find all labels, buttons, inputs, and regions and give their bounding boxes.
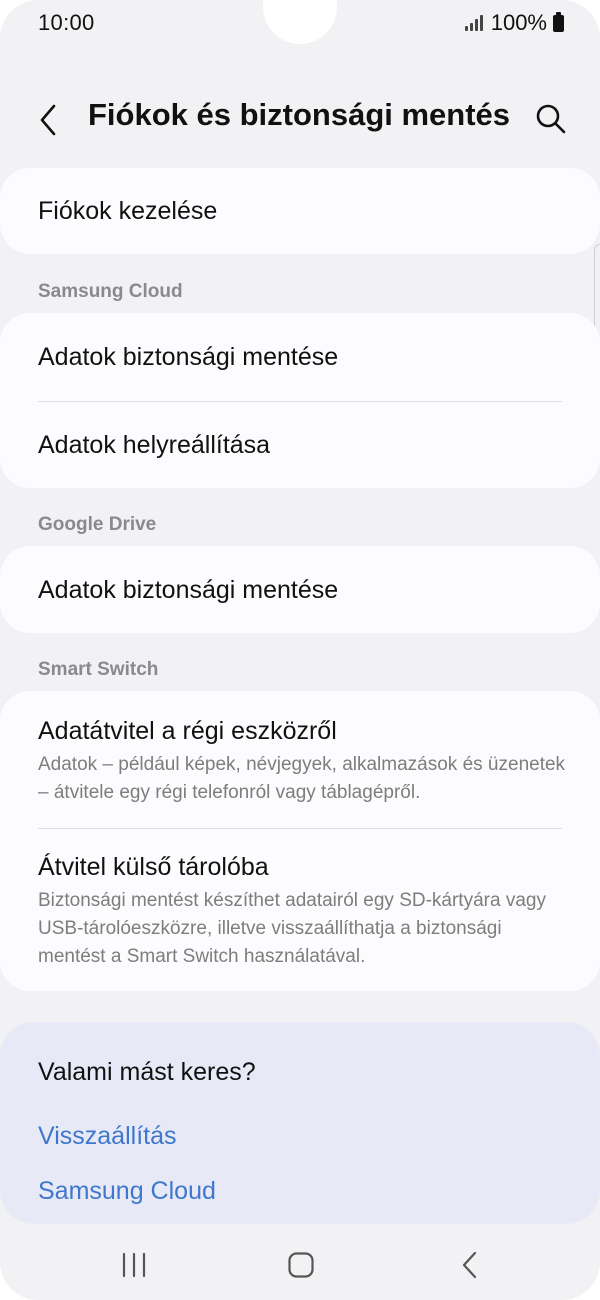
back-button[interactable] [30,96,70,144]
smart-switch-transfer-title: Adatátvitel a régi eszközről [38,717,337,745]
search-button[interactable] [530,98,574,142]
samsung-cloud-backup-item[interactable]: Adatok biztonsági mentése [0,341,600,373]
camera-notch [263,0,337,44]
chevron-left-icon [462,1251,477,1279]
smart-switch-external-item[interactable]: Átvitel külső tárolóba Biztonsági mentés… [0,851,600,971]
page-title: Fiókok és biztonsági mentés [88,97,511,132]
chevron-left-icon [40,104,56,136]
manage-accounts-item[interactable]: Fiókok kezelése [0,195,600,227]
home-icon [288,1252,314,1278]
nav-back-button[interactable] [440,1240,500,1290]
samsung-cloud-backup-label: Adatok biztonsági mentése [38,343,339,371]
smart-switch-transfer-description: Adatok – például képek, névjegyek, alkal… [38,754,566,803]
divider [38,828,562,829]
recent-apps-button[interactable] [104,1240,164,1290]
samsung-cloud-restore-item[interactable]: Adatok helyreállítása [0,429,600,461]
manage-accounts-label: Fiókok kezelése [38,197,218,225]
battery-icon [553,11,564,32]
section-header-google-drive: Google Drive [38,514,157,535]
search-icon [536,104,566,134]
signal-icon [464,15,483,31]
section-header-samsung-cloud: Samsung Cloud [38,281,183,302]
battery-percent: 100% [490,10,547,35]
smart-switch-external-title: Átvitel külső tárolóba [38,853,269,881]
google-drive-backup-label: Adatok biztonsági mentése [38,576,339,604]
settings-screen: 10:00 100% Fiókok és biztonsági mentés F… [0,0,600,1300]
suggestion-link-samsung-cloud[interactable]: Samsung Cloud [38,1177,216,1206]
section-header-smart-switch: Smart Switch [38,659,159,680]
smart-switch-external-description: Biztonsági mentést készíthet adatairól e… [38,890,546,967]
recent-apps-icon [122,1252,146,1278]
samsung-cloud-restore-label: Adatok helyreállítása [38,431,271,459]
divider [38,401,562,402]
suggestions-title: Valami mást keres? [38,1058,256,1086]
status-time: 10:00 [38,10,95,35]
google-drive-backup-item[interactable]: Adatok biztonsági mentése [0,574,600,606]
status-indicators: 100% [464,10,564,36]
suggestion-link-restore[interactable]: Visszaállítás [38,1122,177,1151]
home-button[interactable] [271,1240,331,1290]
smart-switch-transfer-item[interactable]: Adatátvitel a régi eszközről Adatok – pé… [0,715,600,807]
